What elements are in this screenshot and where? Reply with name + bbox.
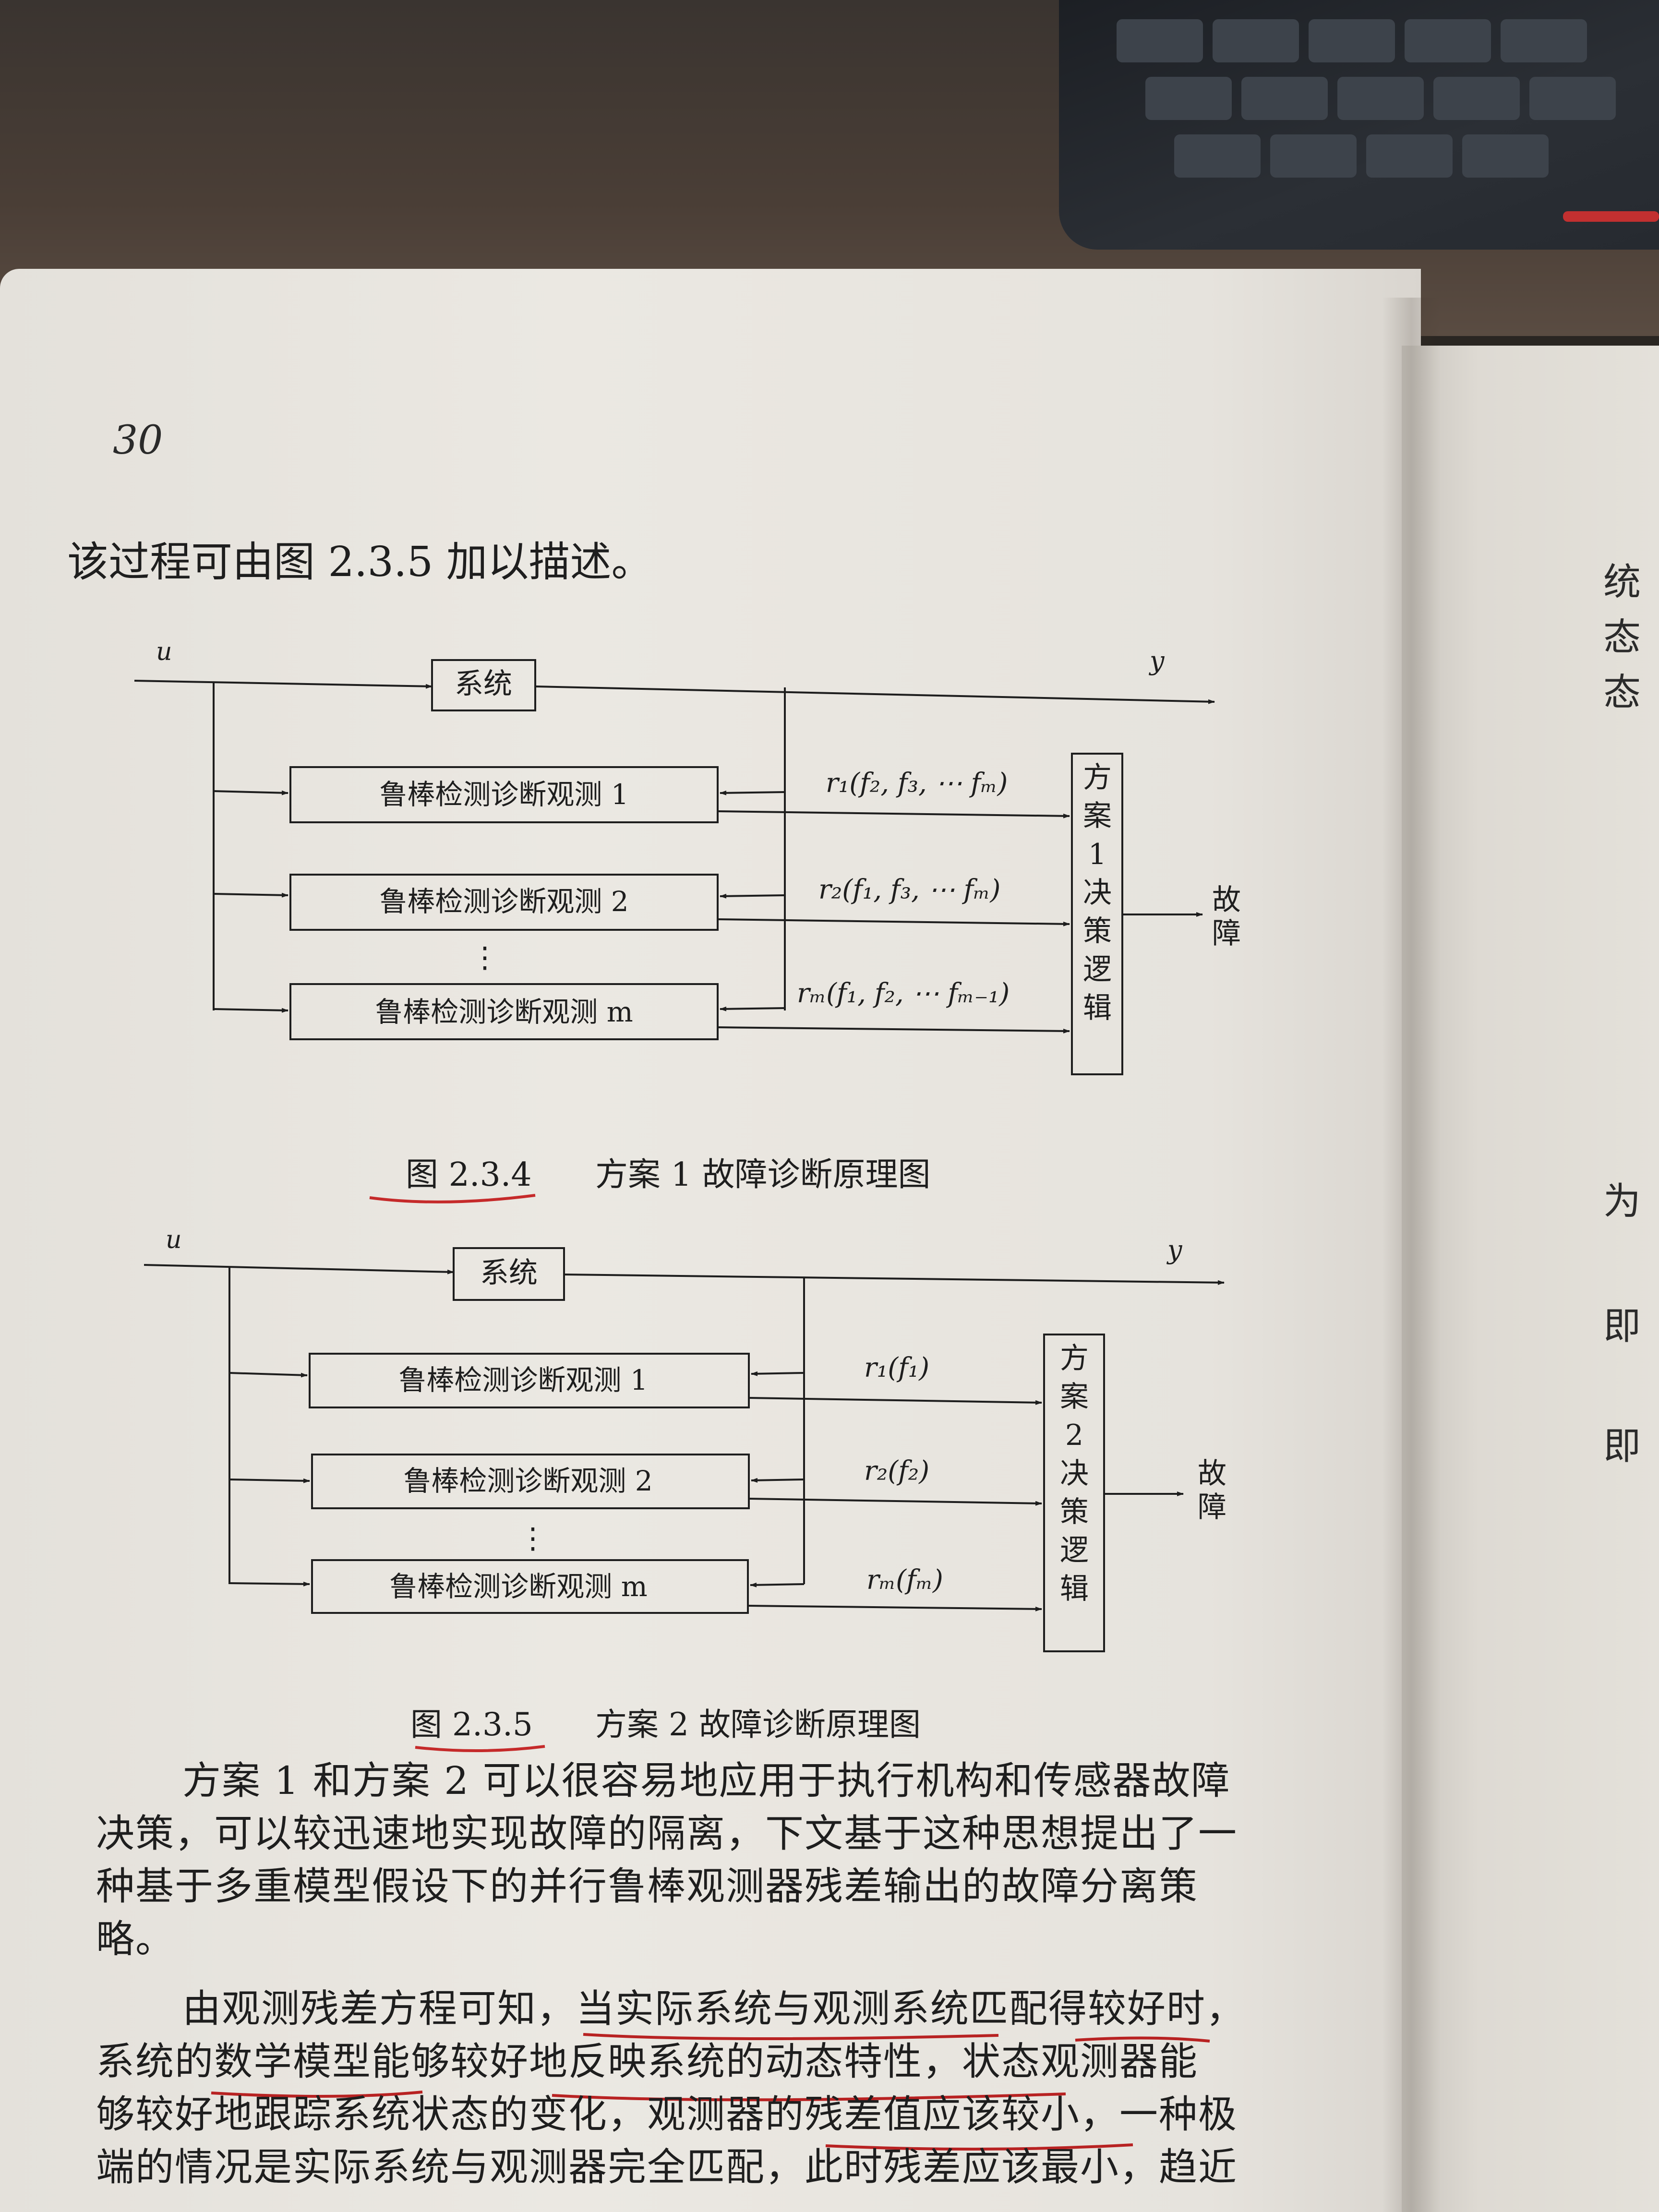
fig1-ellipsis: ⋮ <box>470 941 499 974</box>
fig1-residual-2: r₂(f₁, f₃, ⋯ fₘ) <box>818 874 1000 905</box>
paragraph-line-8: 端的情况是实际系统与观测器完全匹配，此时残差应该最小，趋近 <box>96 2145 1238 2189</box>
paragraph-line-3: 种基于多重模型假设下的并行鲁棒观测器残差输出的故障分离策 <box>96 1864 1198 1909</box>
svg-text:案: 案 <box>1083 799 1112 833</box>
fig2-observer-m-label: 鲁棒检测诊断观测 m <box>389 1570 647 1603</box>
fig2-observer-2-label: 鲁棒检测诊断观测 2 <box>403 1465 652 1497</box>
svg-text:案: 案 <box>1060 1380 1089 1414</box>
fig2-caption-text: 方案 2 故障诊断原理图 <box>595 1706 921 1743</box>
right-page-fragment: 为 <box>1603 1180 1641 1223</box>
svg-text:方: 方 <box>1060 1342 1089 1375</box>
fig1-caption-text: 方案 1 故障诊断原理图 <box>595 1156 931 1194</box>
svg-text:逻: 逻 <box>1060 1534 1089 1567</box>
fig2-residual-1: r₁(f₁) <box>864 1352 929 1383</box>
paragraph-line-5: 由观测残差方程可知，当实际系统与观测系统匹配得较好时， <box>182 1986 1245 2031</box>
svg-text:决: 决 <box>1060 1457 1089 1491</box>
svg-text:逻: 逻 <box>1083 953 1112 986</box>
figure-1-labels: u y 系统 鲁棒检测诊断观测 1 鲁棒检测诊断观测 2 鲁棒检测诊断观测 m … <box>156 637 1241 1203</box>
fig1-fault-label: 故 障 <box>1212 883 1241 950</box>
fig1-residual-1: r₁(f₂, f₃, ⋯ fₘ) <box>826 768 1008 799</box>
figure-2-labels: u y 系统 鲁棒检测诊断观测 1 鲁棒检测诊断观测 2 鲁棒检测诊断观测 m … <box>166 1226 1226 1753</box>
fig2-fault-label: 故 障 <box>1198 1457 1226 1524</box>
fig1-observer-m-label: 鲁棒检测诊断观测 m <box>375 996 633 1028</box>
svg-text:决: 决 <box>1083 876 1112 910</box>
right-page-fragment: 即 <box>1603 1425 1641 1468</box>
paragraph-line-6: 系统的数学模型能够较好地反映系统的动态特性，状态观测器能 <box>96 2039 1198 2084</box>
right-page-fragment: 态 <box>1603 671 1641 714</box>
fig2-caption-number: 图 2.3.5 <box>410 1706 533 1743</box>
svg-text:辑: 辑 <box>1083 991 1112 1025</box>
fig2-observer-1-label: 鲁棒检测诊断观测 1 <box>398 1364 648 1396</box>
svg-text:策: 策 <box>1083 914 1112 948</box>
fig1-residual-m: rₘ(f₁, f₂, ⋯ fₘ₋₁) <box>797 978 1010 1009</box>
right-page-fragment: 统 <box>1603 561 1641 604</box>
fig1-system-label: 系统 <box>455 667 512 701</box>
svg-text:障: 障 <box>1212 917 1241 950</box>
fig2-input-label: u <box>166 1226 182 1254</box>
fig2-residual-2: r₂(f₂) <box>864 1455 929 1487</box>
paragraph-line-2: 决策，可以较迅速地实现故障的隔离，下文基于这种思想提出了一 <box>96 1811 1238 1856</box>
fig1-decision-label: 方 案 1 决 策 逻 辑 <box>1083 761 1112 1025</box>
fig2-ellipsis: ⋮ <box>518 1522 547 1555</box>
svg-text:1: 1 <box>1088 838 1106 871</box>
right-page-fragment: 态 <box>1603 616 1641 659</box>
paragraph-line-1: 方案 1 和方案 2 可以很容易地应用于执行机构和传感器故障 <box>182 1758 1231 1803</box>
svg-text:辑: 辑 <box>1060 1572 1089 1606</box>
fig1-input-label: u <box>156 637 172 666</box>
fig2-system-label: 系统 <box>480 1256 538 1290</box>
svg-text:方: 方 <box>1083 761 1112 794</box>
svg-text:2: 2 <box>1065 1419 1083 1452</box>
fig1-output-label: y <box>1149 646 1165 676</box>
svg-text:故: 故 <box>1198 1457 1226 1491</box>
figure-1 <box>134 659 1215 1075</box>
paragraph-line-7: 够较好地跟踪系统状态的变化，观测器的残差值应该较小，一种极 <box>96 2092 1238 2137</box>
fig1-observer-2-label: 鲁棒检测诊断观测 2 <box>379 885 628 918</box>
fig2-decision-label: 方 案 2 决 策 逻 辑 <box>1060 1342 1089 1606</box>
svg-text:策: 策 <box>1060 1495 1089 1529</box>
fig2-residual-m: rₘ(fₘ) <box>866 1564 943 1596</box>
paragraph-line-4: 略。 <box>96 1917 175 1961</box>
fig1-caption-number: 图 2.3.4 <box>406 1156 532 1194</box>
svg-text:障: 障 <box>1198 1491 1226 1524</box>
right-page-fragment: 即 <box>1603 1305 1641 1348</box>
fig2-output-label: y <box>1166 1235 1183 1265</box>
fig1-caption-underline <box>369 1194 536 1203</box>
fig1-observer-1-label: 鲁棒检测诊断观测 1 <box>379 778 628 811</box>
svg-text:故: 故 <box>1212 883 1241 917</box>
